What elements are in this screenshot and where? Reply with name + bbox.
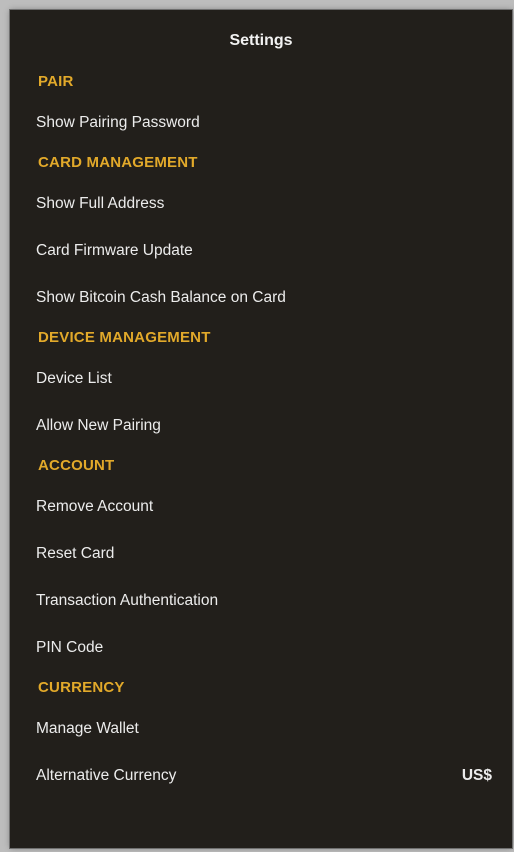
section-header-pair: PAIR <box>38 73 74 90</box>
page-title: Settings <box>229 32 293 49</box>
setting-device-list[interactable]: Device List <box>10 355 512 402</box>
setting-remove-account[interactable]: Remove Account <box>10 483 512 530</box>
settings-panel: Settings PAIR Show Pairing Password CARD… <box>10 10 512 848</box>
setting-show-full-address[interactable]: Show Full Address <box>10 180 512 227</box>
section-header-device-management: DEVICE MANAGEMENT <box>38 329 211 346</box>
setting-alternative-currency-label: Alternative Currency <box>36 767 177 784</box>
section-header-account: ACCOUNT <box>38 457 115 474</box>
screenshot-frame: Settings PAIR Show Pairing Password CARD… <box>0 0 514 852</box>
setting-reset-card[interactable]: Reset Card <box>10 530 512 577</box>
setting-show-bitcoin-cash-balance[interactable]: Show Bitcoin Cash Balance on Card <box>10 274 512 321</box>
settings-list: PAIR Show Pairing Password CARD MANAGEME… <box>10 65 512 799</box>
setting-alternative-currency[interactable]: Alternative Currency US$ <box>10 752 512 799</box>
section-header-card-management: CARD MANAGEMENT <box>38 154 198 171</box>
section-header-currency: CURRENCY <box>38 679 125 696</box>
alternative-currency-value: US$ <box>461 767 492 784</box>
setting-card-firmware-update[interactable]: Card Firmware Update <box>10 227 512 274</box>
setting-pin-code[interactable]: PIN Code <box>10 624 512 671</box>
setting-transaction-authentication[interactable]: Transaction Authentication <box>10 577 512 624</box>
setting-show-pairing-password[interactable]: Show Pairing Password <box>10 99 512 146</box>
setting-manage-wallet[interactable]: Manage Wallet <box>10 705 512 752</box>
setting-allow-new-pairing[interactable]: Allow New Pairing <box>10 402 512 449</box>
